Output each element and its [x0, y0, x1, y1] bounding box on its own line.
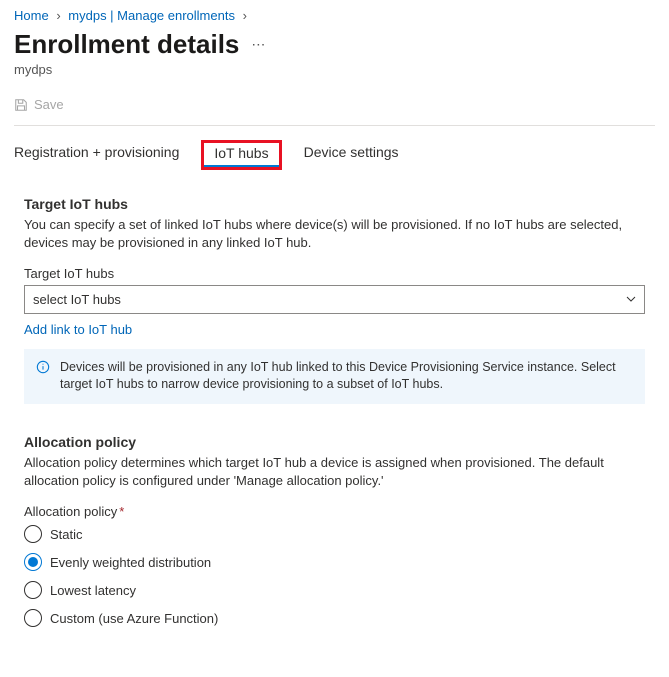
breadcrumb: Home › mydps | Manage enrollments ›	[14, 8, 655, 23]
allocation-policy-section: Allocation policy Allocation policy dete…	[14, 434, 655, 627]
radio-icon	[24, 581, 42, 599]
tab-device-settings[interactable]: Device settings	[304, 144, 399, 166]
section-heading: Target IoT hubs	[24, 196, 645, 212]
radio-icon	[24, 553, 42, 571]
save-label: Save	[34, 97, 64, 112]
radio-label: Evenly weighted distribution	[50, 555, 211, 570]
info-box: Devices will be provisioned in any IoT h…	[24, 349, 645, 404]
chevron-down-icon	[625, 293, 637, 305]
info-icon	[36, 360, 50, 374]
tabs: Registration + provisioning IoT hubs Dev…	[14, 144, 655, 166]
required-indicator: *	[119, 504, 124, 519]
radio-static[interactable]: Static	[24, 525, 645, 543]
radio-icon	[24, 525, 42, 543]
add-link-to-iot-hub[interactable]: Add link to IoT hub	[24, 322, 132, 337]
allocation-policy-label: Allocation policy*	[24, 504, 645, 519]
radio-lowest-latency[interactable]: Lowest latency	[24, 581, 645, 599]
radio-icon	[24, 609, 42, 627]
section-heading: Allocation policy	[24, 434, 645, 450]
breadcrumb-home[interactable]: Home	[14, 8, 49, 23]
more-icon[interactable]: ⋯	[251, 36, 265, 53]
tab-iot-hubs[interactable]: IoT hubs	[201, 140, 281, 170]
radio-custom[interactable]: Custom (use Azure Function)	[24, 609, 645, 627]
toolbar: Save	[14, 91, 655, 126]
chevron-right-icon: ›	[243, 8, 247, 23]
tab-registration-provisioning[interactable]: Registration + provisioning	[14, 144, 179, 166]
allocation-policy-radio-group: Static Evenly weighted distribution Lowe…	[24, 525, 645, 627]
section-description: Allocation policy determines which targe…	[24, 454, 645, 490]
page-title: Enrollment details	[14, 29, 239, 60]
save-button[interactable]: Save	[14, 97, 64, 112]
radio-evenly-weighted[interactable]: Evenly weighted distribution	[24, 553, 645, 571]
target-iot-hubs-label: Target IoT hubs	[24, 266, 645, 281]
section-description: You can specify a set of linked IoT hubs…	[24, 216, 645, 252]
target-iot-hubs-section: Target IoT hubs You can specify a set of…	[14, 196, 655, 404]
chevron-right-icon: ›	[56, 8, 60, 23]
target-iot-hubs-select[interactable]: select IoT hubs	[24, 285, 645, 314]
info-text: Devices will be provisioned in any IoT h…	[60, 359, 633, 394]
select-value: select IoT hubs	[33, 292, 121, 307]
page-subtitle: mydps	[14, 62, 655, 77]
radio-label: Lowest latency	[50, 583, 136, 598]
radio-label: Static	[50, 527, 83, 542]
radio-label: Custom (use Azure Function)	[50, 611, 218, 626]
breadcrumb-item[interactable]: mydps | Manage enrollments	[68, 8, 235, 23]
save-icon	[14, 98, 28, 112]
